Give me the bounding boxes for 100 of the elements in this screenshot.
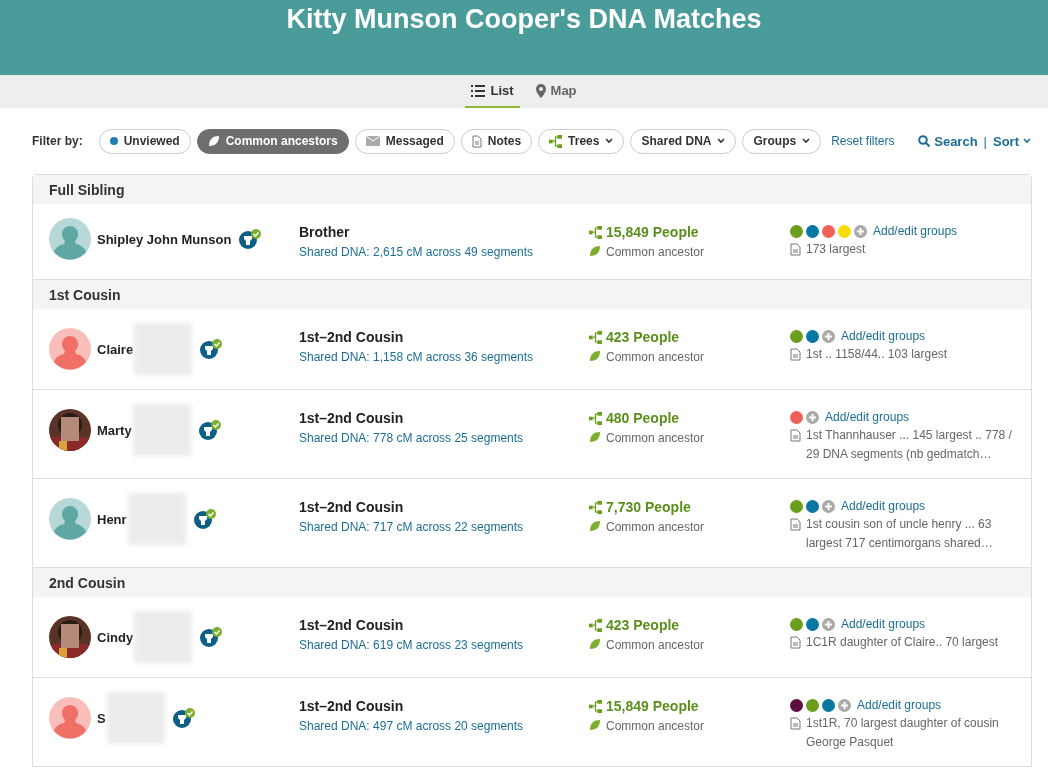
- note-icon: [790, 717, 801, 730]
- filter-chip[interactable]: Unviewed: [98, 128, 191, 154]
- caret-icon: [605, 138, 614, 144]
- add-edit-groups-link[interactable]: Add/edit groups: [873, 224, 958, 238]
- add-icon: [806, 410, 819, 424]
- note-icon: [790, 518, 801, 531]
- filter-chip[interactable]: Common ancestors: [196, 128, 349, 154]
- leaf-icon: [589, 520, 601, 532]
- match-note: 1st Thannhauser ... 145 largest .. 778 / 29 DNA segments (nb gedmatch…: [806, 427, 1013, 463]
- relationship: 1st–2nd Cousin: [299, 617, 405, 633]
- dot-icon: [109, 137, 118, 145]
- leaf-icon: [589, 719, 601, 731]
- tree-people-link[interactable]: 423 People: [589, 329, 790, 345]
- leaf-icon: [589, 350, 601, 362]
- separator: |: [983, 133, 987, 149]
- note-icon: [790, 243, 801, 256]
- section-title: 1st Cousin: [49, 286, 121, 303]
- common-ancestor-label: Common ancestor: [606, 638, 705, 652]
- filter-chip[interactable]: Notes: [460, 128, 533, 154]
- leaf-icon: [207, 135, 220, 147]
- tree-icon: [589, 330, 602, 344]
- search-link[interactable]: Search: [918, 133, 978, 149]
- match-name[interactable]: Marty: [97, 422, 132, 438]
- common-ancestor-label: Common ancestor: [606, 719, 705, 733]
- add-edit-groups-link[interactable]: Add/edit groups: [857, 698, 942, 712]
- common-ancestor-label: Common ancestor: [606, 245, 705, 259]
- relationship: 1st–2nd Cousin: [299, 499, 405, 515]
- caret-icon: [1023, 138, 1031, 144]
- add-icon: [822, 617, 835, 631]
- common-ancestor-label: Common ancestor: [606, 431, 705, 445]
- relationship: 1st–2nd Cousin: [299, 410, 405, 426]
- shared-dna-link[interactable]: Shared DNA: 717 cM across 22 segments: [299, 520, 589, 534]
- relationship: 1st–2nd Cousin: [299, 698, 405, 714]
- tree-people-link[interactable]: 480 People: [589, 410, 790, 426]
- tree-icon: [589, 411, 602, 425]
- tree-icon: [589, 618, 602, 632]
- add-icon: [822, 329, 835, 343]
- add-icon: [838, 698, 851, 712]
- leaf-icon: [589, 431, 601, 443]
- match-name[interactable]: Cindy: [97, 629, 134, 645]
- add-icon: [854, 224, 867, 238]
- section-title: Full Sibling: [49, 181, 125, 198]
- match-note: 173 largest: [806, 241, 867, 258]
- list-icon: [471, 84, 486, 97]
- envelope-icon: [365, 136, 380, 146]
- match-row[interactable]: Claire 1st–2nd Cousin Shared DNA: 1,158 cM across 36 segments 423 People Common ancestor Add/edit groups 1st .. 1158/44.. 103 largest: [33, 309, 1031, 390]
- tree-people-link[interactable]: 7,730 People: [589, 499, 790, 515]
- common-ancestor-label: Common ancestor: [606, 520, 705, 534]
- shared-dna-link[interactable]: Shared DNA: 778 cM across 25 segments: [299, 431, 589, 445]
- map-pin-icon: [535, 83, 546, 98]
- add-edit-groups-link[interactable]: Add/edit groups: [841, 329, 926, 343]
- match-note: 1st1R, 70 largest daughter of cousin George Pasquet: [806, 715, 1000, 751]
- tree-icon: [589, 500, 602, 514]
- tree-people-link[interactable]: 15,849 People: [589, 224, 790, 240]
- match-name[interactable]: Claire: [97, 341, 134, 357]
- caret-icon: [802, 138, 811, 144]
- filter-chip[interactable]: Shared DNA: [630, 128, 737, 154]
- match-note: 1st .. 1158/44.. 103 largest: [806, 346, 949, 363]
- reset-filters-link[interactable]: Reset filters: [831, 134, 895, 148]
- page-title: Kitty Munson Cooper's DNA Matches: [286, 4, 762, 35]
- note-icon: [790, 636, 801, 649]
- add-edit-groups-link[interactable]: Add/edit groups: [825, 410, 910, 424]
- relationship: 1st–2nd Cousin: [299, 329, 405, 345]
- shared-dna-link[interactable]: Shared DNA: 497 cM across 20 segments: [299, 719, 589, 733]
- caret-icon: [717, 138, 726, 144]
- add-edit-groups-link[interactable]: Add/edit groups: [841, 499, 926, 513]
- tree-icon: [549, 134, 563, 148]
- view-tab[interactable]: List: [465, 75, 520, 108]
- filter-chip[interactable]: Messaged: [354, 128, 455, 154]
- match-note: 1st cousin son of uncle henry ... 63 largest 717 centimorgans shared…: [806, 516, 994, 552]
- filter-label: Filter by:: [32, 134, 83, 148]
- match-name[interactable]: Henr: [97, 511, 127, 527]
- shared-dna-link[interactable]: Shared DNA: 2,615 cM across 49 segments: [299, 245, 589, 259]
- note-icon: [790, 348, 801, 361]
- sort-link[interactable]: Sort: [993, 133, 1031, 149]
- shared-dna-link[interactable]: Shared DNA: 1,158 cM across 36 segments: [299, 350, 589, 364]
- match-note: 1C1R daughter of Claire.. 70 largest: [806, 634, 1000, 651]
- leaf-icon: [589, 245, 601, 257]
- match-name[interactable]: Shipley John Munson: [97, 231, 232, 247]
- match-row[interactable]: S 1st–2nd Cousin Shared DNA: 497 cM across 20 segments 15,849 People Common ancestor Add/edit groups 1st1R, 70 largest daughter of cousin George Pasquet: [33, 678, 1031, 766]
- filter-chip[interactable]: Trees: [538, 128, 625, 154]
- document-icon: [471, 134, 482, 148]
- match-row[interactable]: Cindy 1st–2nd Cousin Shared DNA: 619 cM across 23 segments 423 People Common ancestor Add/edit groups 1C1R daughter of Claire.. 70 largest: [33, 597, 1031, 678]
- filter-chip[interactable]: Groups: [742, 128, 822, 154]
- add-icon: [822, 499, 835, 513]
- match-name[interactable]: S: [97, 710, 106, 726]
- common-ancestor-label: Common ancestor: [606, 350, 705, 364]
- match-row[interactable]: Marty 1st–2nd Cousin Shared DNA: 778 cM across 25 segments 480 People Common ancestor Add/edit groups 1st Thannhauser ... 145 largest .. 778 / 29 DNA segments (nb gedmatch…: [33, 390, 1031, 479]
- relationship: Brother: [299, 224, 351, 240]
- tree-people-link[interactable]: 423 People: [589, 617, 790, 633]
- tree-people-link[interactable]: 15,849 People: [589, 698, 790, 714]
- tree-icon: [589, 699, 602, 713]
- tree-icon: [589, 225, 602, 239]
- section-title: 2nd Cousin: [49, 574, 126, 591]
- shared-dna-link[interactable]: Shared DNA: 619 cM across 23 segments: [299, 638, 589, 652]
- leaf-icon: [589, 638, 601, 650]
- note-icon: [790, 429, 801, 442]
- view-tab[interactable]: Map: [529, 75, 583, 108]
- search-icon: [918, 135, 931, 147]
- add-edit-groups-link[interactable]: Add/edit groups: [841, 617, 926, 631]
